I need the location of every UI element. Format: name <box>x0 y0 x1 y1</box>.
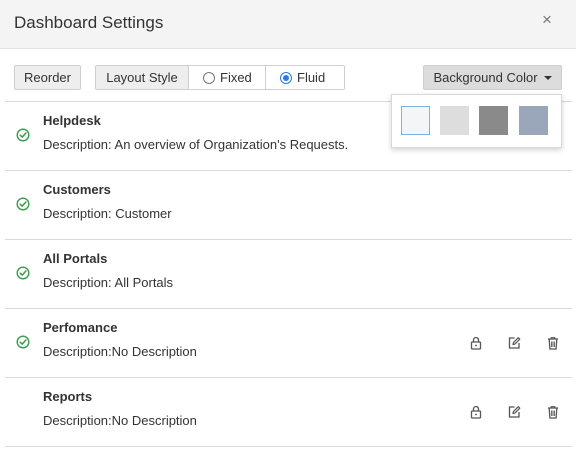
dashboard-row[interactable]: Customers Description: Customer <box>5 171 572 240</box>
close-icon[interactable]: × <box>538 10 556 30</box>
dashboard-name: Helpdesk <box>43 113 101 128</box>
swatch-light[interactable] <box>401 106 430 135</box>
check-circle-icon <box>16 266 30 280</box>
layout-fluid-option[interactable]: Fluid <box>266 66 344 89</box>
dialog-header: Dashboard Settings × <box>0 0 576 49</box>
background-color-button[interactable]: Background Color <box>423 65 562 90</box>
reorder-button[interactable]: Reorder <box>14 65 81 90</box>
background-color-label: Background Color <box>433 70 538 85</box>
edit-icon[interactable] <box>506 335 522 351</box>
dashboard-row[interactable]: Reports Description:No Description <box>5 378 572 447</box>
dashboard-description: Description: An overview of Organization… <box>43 137 349 152</box>
dashboard-name: All Portals <box>43 251 108 266</box>
edit-icon[interactable] <box>506 404 522 420</box>
layout-style-label: Layout Style <box>96 66 189 89</box>
swatch-bluegray[interactable] <box>519 106 548 135</box>
dashboard-description: Description:No Description <box>43 413 197 428</box>
dashboard-row[interactable]: All Portals Description: All Portals <box>5 240 572 309</box>
trash-icon[interactable] <box>545 335 561 351</box>
layout-fluid-label: Fluid <box>297 70 326 85</box>
dialog-title: Dashboard Settings <box>14 13 164 32</box>
swatch-lightgray[interactable] <box>440 106 469 135</box>
layout-fixed-label: Fixed <box>220 70 252 85</box>
check-circle-icon <box>16 197 30 211</box>
caret-down-icon <box>543 75 552 80</box>
lock-icon[interactable] <box>468 335 484 351</box>
trash-icon[interactable] <box>545 404 561 420</box>
swatch-gray[interactable] <box>479 106 508 135</box>
check-circle-icon <box>16 335 30 349</box>
dashboard-description: Description: Customer <box>43 206 172 221</box>
dashboard-description: Description:No Description <box>43 344 197 359</box>
check-circle-icon <box>16 128 30 142</box>
dashboard-name: Perfomance <box>43 320 118 335</box>
layout-fixed-option[interactable]: Fixed <box>189 66 266 89</box>
background-color-dropdown <box>391 94 562 148</box>
layout-style-group: Layout Style Fixed Fluid <box>95 65 345 90</box>
lock-icon[interactable] <box>468 404 484 420</box>
dashboard-name: Customers <box>43 182 111 197</box>
dashboard-name: Reports <box>43 389 93 404</box>
dashboard-row[interactable]: Perfomance Description:No Description <box>5 309 572 378</box>
dashboard-description: Description: All Portals <box>43 275 174 290</box>
layout-fluid-radio[interactable] <box>280 71 292 84</box>
layout-fixed-radio[interactable] <box>203 71 215 84</box>
